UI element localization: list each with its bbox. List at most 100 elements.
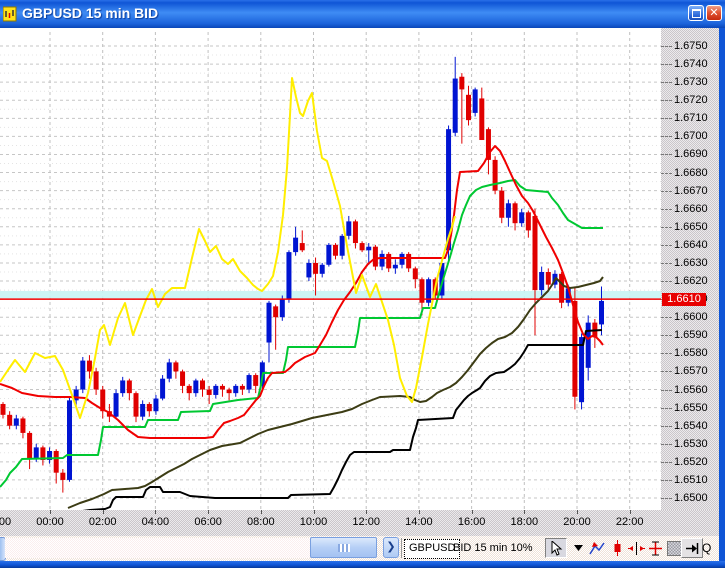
window-border-bottom <box>0 561 725 568</box>
price-tick-mark <box>661 479 672 481</box>
price-tick-mark <box>661 498 672 499</box>
time-tick-mark <box>471 510 473 514</box>
price-tick-mark <box>661 389 672 391</box>
window-border-right <box>719 28 725 561</box>
price-tick-label: 1.6660 <box>674 202 708 215</box>
trendline-tool-button[interactable] <box>586 538 608 558</box>
price-tick-mark <box>661 281 672 283</box>
symbol-box[interactable]: GBPUSD <box>404 539 461 559</box>
price-tick-label: 1.6530 <box>674 437 708 450</box>
time-tick-mark <box>155 510 157 514</box>
price-tick-mark <box>661 371 672 373</box>
time-tick-label: 14:00 <box>405 516 433 528</box>
price-tick-mark <box>661 118 672 120</box>
grid-tool-icon <box>666 540 682 556</box>
price-tick-label: 1.6550 <box>674 401 708 414</box>
time-tick-label: 04:00 <box>141 516 170 528</box>
price-tick-label: 1.6560 <box>674 383 708 396</box>
time-tick-mark <box>366 510 368 514</box>
price-tick-label: 1.6750 <box>674 40 708 52</box>
price-tick-mark <box>661 262 672 264</box>
time-tick-mark <box>629 510 631 514</box>
price-tick-label: 1.6540 <box>674 419 708 432</box>
pointer-tool-button[interactable] <box>545 538 567 558</box>
app-icon <box>3 6 17 22</box>
time-tick-mark <box>50 510 51 514</box>
chart-plot-area[interactable] <box>0 28 661 510</box>
pointer-tool-icon <box>551 540 562 556</box>
price-tick-mark <box>661 154 672 156</box>
price-tick-mark <box>661 208 672 210</box>
price-tick-label: 1.6500 <box>674 492 708 504</box>
time-tick-label: 12:00 <box>352 516 380 528</box>
price-tick-label: 1.6670 <box>674 184 708 197</box>
price-tick-mark <box>661 46 672 47</box>
price-tick-mark <box>661 353 672 355</box>
price-tick-mark <box>661 244 672 246</box>
time-tick-mark <box>524 510 526 514</box>
close-icon: ✕ <box>709 6 719 19</box>
price-tick-label: 1.6510 <box>674 473 708 486</box>
price-axis[interactable]: 1.6750 1.6740 1.6730 1.6720 1.6710 1.6700 1.66… <box>661 28 719 510</box>
price-tick-mark <box>661 100 672 102</box>
close-button[interactable]: ✕ <box>706 5 722 21</box>
goto-end-icon <box>685 542 698 554</box>
price-tick-mark <box>661 317 672 319</box>
price-tick-label: 1.6690 <box>674 148 708 161</box>
price-tick-label: 1.6730 <box>674 76 708 89</box>
time-tick-label: 02:00 <box>88 516 117 528</box>
candlestick-chart <box>0 32 661 510</box>
crosshair-tool-icon <box>627 541 645 555</box>
price-tick-label: 1.6650 <box>674 220 708 233</box>
price-tick-label: 1.6720 <box>674 94 708 107</box>
title-bar[interactable]: GBPUSD 15 min BID ✕ <box>0 0 725 28</box>
time-tick-label: 00:00 <box>36 516 64 528</box>
price-tick-label: 1.6680 <box>674 166 708 179</box>
current-price-label: 1.6610 <box>662 293 706 307</box>
price-tick-mark <box>661 443 672 445</box>
price-tick-label: 1.6640 <box>674 238 708 251</box>
time-tick-mark <box>313 510 315 514</box>
chart-window: GBPUSD 15 min BID ✕ 1.6750 1.6740 1.6730 1.… <box>0 0 725 568</box>
price-tick-mark <box>661 226 672 228</box>
price-tick-label: 1.6620 <box>674 275 708 288</box>
time-tick-mark <box>577 510 578 514</box>
goto-end-button[interactable] <box>681 538 703 558</box>
time-tick-label: 22:00 <box>615 516 644 528</box>
quote-mode-label[interactable]: Q <box>702 541 711 555</box>
dropdown-arrow-icon <box>573 545 583 551</box>
time-tick-label: 20:00 <box>563 516 591 528</box>
price-tick-label: 1.6700 <box>674 130 708 143</box>
price-tick-mark <box>661 335 672 337</box>
time-tick-label: 06:00 <box>194 516 222 528</box>
price-tick-mark <box>661 136 672 138</box>
price-tick-label: 1.6520 <box>674 455 708 468</box>
price-tick-mark <box>661 407 672 409</box>
status-info-text: BID 15 min 10% <box>453 542 533 554</box>
price-tick-label: 1.6570 <box>674 365 708 378</box>
scrollbar-right-arrow[interactable]: ❯ <box>383 537 399 558</box>
window-title: GBPUSD 15 min BID <box>22 5 159 21</box>
tool-dropdown-button[interactable] <box>570 538 586 558</box>
price-tick-mark <box>661 64 672 66</box>
scrollbar-track[interactable] <box>5 538 310 558</box>
time-tick-mark <box>260 510 262 514</box>
price-tick-mark <box>661 190 672 192</box>
bottom-bar: ❯ GBPUSD BID 15 min 10% Q <box>0 536 719 561</box>
restore-icon <box>691 8 701 18</box>
scrollbar-thumb[interactable] <box>310 537 377 558</box>
time-tick-label: 10:00 <box>299 516 328 528</box>
time-axis[interactable]: 22:00 00:00 02:00 04:00 06:00 08:00 10:00 12:00… <box>0 510 719 536</box>
price-tick-mark <box>661 172 672 174</box>
time-tick-label: 22:00 <box>0 516 12 528</box>
price-tick-label: 1.6600 <box>674 311 708 324</box>
time-tick-mark <box>102 510 104 514</box>
restore-button[interactable] <box>688 5 704 21</box>
price-tick-label: 1.6630 <box>674 256 708 269</box>
time-tick-mark <box>208 510 210 514</box>
price-tick-label: 1.6740 <box>674 58 708 71</box>
trendline-tool-icon <box>588 541 605 554</box>
time-tick-label: 18:00 <box>510 516 539 528</box>
time-tick-label: 08:00 <box>247 516 275 528</box>
price-tick-label: 1.6580 <box>674 347 708 360</box>
